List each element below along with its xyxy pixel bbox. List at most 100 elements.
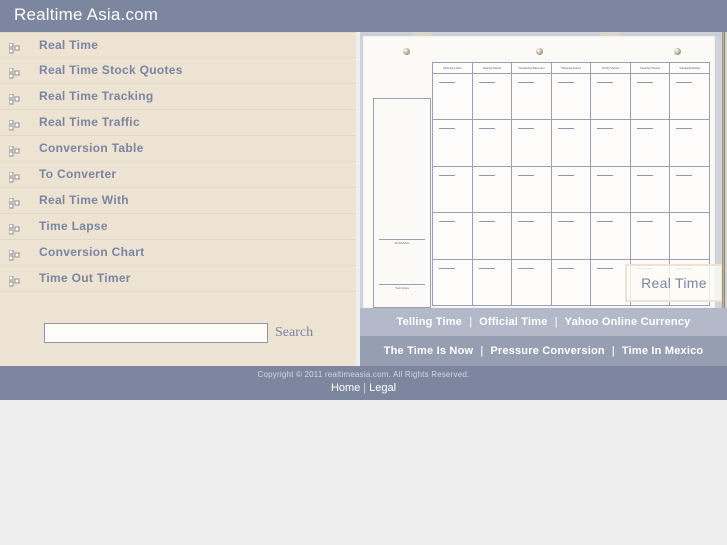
binder-hole-icon xyxy=(536,48,543,55)
sidebar-item-label: Real Time Traffic xyxy=(39,115,140,129)
triple-square-bullet-icon xyxy=(8,66,20,79)
sidebar-item-label: Real Time Tracking xyxy=(39,89,154,103)
sidebar-item-real-time-with[interactable]: Real Time With xyxy=(0,188,356,214)
page-root: Realtime Asia.com Real Time Real Time St… xyxy=(0,0,727,545)
linkbar-link-official-time[interactable]: Official Time xyxy=(479,316,547,328)
calendar-week-row xyxy=(433,120,709,167)
sidebar-item-real-time-traffic[interactable]: Real Time Traffic xyxy=(0,110,356,136)
copyright-text: Copyright © 2011 realtimeasia.com. All R… xyxy=(257,370,470,379)
footer-link-legal[interactable]: Legal xyxy=(369,382,396,394)
sidebar-item-conversion-chart[interactable]: Conversion Chart xyxy=(0,240,356,266)
linkbar-separator: | xyxy=(611,345,615,357)
sidebar-item-real-time-stock-quotes[interactable]: Real Time Stock Quotes xyxy=(0,58,356,84)
search-area: Search xyxy=(0,318,356,366)
footer-separator: | xyxy=(363,382,367,394)
calendar-week-row xyxy=(433,213,709,260)
calendar-day-header: Thursday/Jueves xyxy=(552,63,592,73)
sidebar-nav-list: Real Time Real Time Stock Quotes Real Ti… xyxy=(0,32,356,292)
calendar-day-cell xyxy=(433,166,473,213)
sidebar-item-label: Conversion Chart xyxy=(39,245,145,259)
calendar-day-cell xyxy=(512,259,552,306)
left-column: Real Time Real Time Stock Quotes Real Ti… xyxy=(0,32,356,366)
calendar-day-cell xyxy=(552,259,592,306)
realtime-watermark-label: Real Time xyxy=(641,275,707,291)
calendar-day-cell xyxy=(631,74,671,120)
calendar-day-cell xyxy=(552,213,592,259)
site-footer: Copyright © 2011 realtimeasia.com. All R… xyxy=(0,366,727,400)
calendar-day-cell xyxy=(473,213,513,259)
triple-square-bullet-icon xyxy=(8,170,20,183)
calendar-header-row: Monday/Lunes Tuesday/Martes Wednesday/Mi… xyxy=(433,63,709,74)
calendar-day-cell xyxy=(473,259,513,306)
binder-hole-icon xyxy=(674,48,681,55)
calendar-day-cell xyxy=(552,74,592,120)
sidebar-item-label: Real Time With xyxy=(39,193,129,207)
calendar-side-box: Month/Mois Year/Année xyxy=(373,98,431,308)
calendar-day-cell xyxy=(473,166,513,213)
linkbar-separator: | xyxy=(469,316,473,328)
linkbar-link-the-time-is-now[interactable]: The Time Is Now xyxy=(384,345,474,357)
sidebar-item-label: Conversion Table xyxy=(39,141,144,155)
sidebar-item-label: Real Time xyxy=(39,38,99,52)
sidebar-item-time-lapse[interactable]: Time Lapse xyxy=(0,214,356,240)
linkbar-secondary: The Time Is Now | Pressure Conversion | … xyxy=(360,336,727,366)
calendar-day-header: Friday/Viernes xyxy=(591,63,631,73)
calendar-day-cell xyxy=(512,74,552,120)
calendar-day-cell xyxy=(512,213,552,259)
search-button[interactable]: Search xyxy=(275,325,313,341)
linkbar-separator: | xyxy=(554,316,558,328)
calendar-day-cell xyxy=(591,120,631,166)
search-input[interactable] xyxy=(44,323,268,343)
side-box-label: Month/Mois xyxy=(394,241,410,245)
linkbar-link-time-in-mexico[interactable]: Time In Mexico xyxy=(622,345,703,357)
calendar-day-cell xyxy=(591,213,631,259)
sidebar-item-label: Real Time Stock Quotes xyxy=(39,63,183,77)
calendar-day-cell xyxy=(552,120,592,166)
calendar-day-cell xyxy=(591,166,631,213)
calendar-day-cell xyxy=(670,167,709,212)
sidebar-item-real-time[interactable]: Real Time xyxy=(0,32,356,58)
linkbar-link-yahoo-online-currency[interactable]: Yahoo Online Currency xyxy=(565,316,691,328)
calendar-day-header: Saturday/Sabado xyxy=(631,63,671,73)
realtime-watermark: Real Time xyxy=(625,264,723,302)
calendar-week-row xyxy=(433,74,709,121)
calendar-week-row xyxy=(433,166,709,214)
sidebar-item-real-time-tracking[interactable]: Real Time Tracking xyxy=(0,84,356,110)
side-box-label: Year/Année xyxy=(394,286,410,290)
calendar-paper: Month/Mois Year/Année Monday/Lunes Tuesd… xyxy=(363,36,723,308)
calendar-day-cell xyxy=(512,120,552,166)
triple-square-bullet-icon xyxy=(8,144,20,157)
calendar-day-cell xyxy=(631,166,671,213)
footer-link-home[interactable]: Home xyxy=(331,382,360,394)
calendar-day-cell xyxy=(552,166,592,213)
triple-square-bullet-icon xyxy=(8,196,20,209)
calendar-day-header: Sunday/Domingo xyxy=(679,66,701,70)
sidebar-item-label: Time Out Timer xyxy=(39,271,131,285)
calendar-right-edge xyxy=(722,32,725,308)
calendar-day-cell xyxy=(631,213,671,259)
footer-links: Home | Legal xyxy=(0,382,727,394)
sidebar-item-time-out-timer[interactable]: Time Out Timer xyxy=(0,266,356,292)
sidebar-item-label: Time Lapse xyxy=(39,219,108,233)
triple-square-bullet-icon xyxy=(8,248,20,261)
sidebar-item-to-converter[interactable]: To Converter xyxy=(0,162,356,188)
sidebar-item-conversion-table[interactable]: Conversion Table xyxy=(0,136,356,162)
linkbar-link-telling-time[interactable]: Telling Time xyxy=(397,316,463,328)
calendar-day-cell xyxy=(433,213,473,259)
side-box-rule xyxy=(379,239,425,240)
calendar-day-cell xyxy=(433,120,473,166)
calendar-day-cell xyxy=(433,74,473,120)
calendar-day-header: Wednesday/Miercoles xyxy=(512,63,552,73)
calendar-day-cell xyxy=(591,74,631,120)
right-column: Month/Mois Year/Année Monday/Lunes Tuesd… xyxy=(356,32,727,366)
calendar-day-cell xyxy=(473,120,513,166)
site-header: Realtime Asia.com xyxy=(0,0,727,32)
linkbar-primary: Telling Time | Official Time | Yahoo Onl… xyxy=(360,308,727,336)
below-fold-area xyxy=(0,400,727,545)
calendar-day-cell xyxy=(631,120,671,166)
linkbar-link-pressure-conversion[interactable]: Pressure Conversion xyxy=(490,345,604,357)
body-area: Real Time Real Time Stock Quotes Real Ti… xyxy=(0,32,727,366)
calendar-day-cell xyxy=(670,74,709,119)
triple-square-bullet-icon xyxy=(8,92,20,105)
triple-square-bullet-icon xyxy=(8,118,20,131)
